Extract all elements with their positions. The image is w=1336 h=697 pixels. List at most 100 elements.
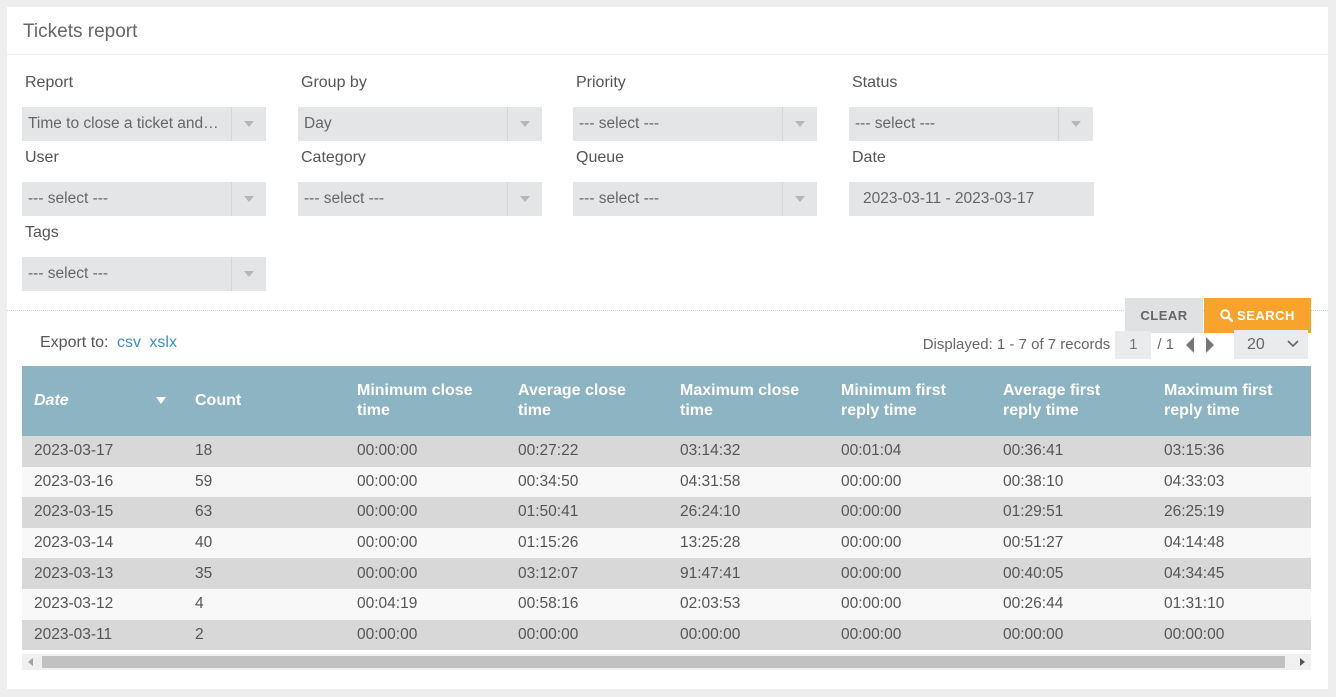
group-by-select-value: Day — [304, 115, 332, 132]
scroll-right-icon[interactable] — [1300, 658, 1305, 666]
cell-max-reply: 01:31:10 — [1152, 588, 1311, 620]
cell-min-reply: 00:00:00 — [829, 527, 991, 559]
cell-max-reply: 26:25:19 — [1152, 497, 1311, 528]
status-select[interactable]: --- select --- — [849, 107, 1093, 141]
table-row: 2023-03-14 40 00:00:00 01:15:26 13:25:28… — [22, 527, 1311, 559]
cell-date: 2023-03-15 — [22, 497, 183, 528]
category-select[interactable]: --- select --- — [298, 182, 542, 216]
cell-min-close: 00:00:00 — [345, 497, 506, 528]
priority-select[interactable]: --- select --- — [573, 107, 817, 141]
filters-form: Report Time to close a ticket and first … — [7, 55, 1328, 333]
cell-avg-close: 00:00:00 — [506, 619, 668, 651]
cell-min-reply: 00:00:00 — [829, 558, 991, 589]
horizontal-scrollbar[interactable] — [22, 654, 1311, 670]
cell-avg-close: 01:15:26 — [506, 527, 668, 559]
category-label: Category — [301, 149, 366, 166]
table-row: 2023-03-12 4 00:04:19 00:58:16 02:03:53 … — [22, 588, 1311, 620]
cell-count: 4 — [183, 588, 345, 620]
chevron-down-icon — [1287, 340, 1299, 348]
table-row: 2023-03-11 2 00:00:00 00:00:00 00:00:00 … — [22, 619, 1311, 651]
column-header-avg-close[interactable]: Average close time — [506, 366, 668, 436]
cell-max-close: 00:00:00 — [668, 619, 829, 651]
scrollbar-thumb[interactable] — [42, 656, 1285, 668]
cell-max-reply: 04:14:48 — [1152, 527, 1311, 559]
cell-max-close: 03:14:32 — [668, 436, 829, 467]
report-label: Report — [25, 74, 74, 91]
page-total: / 1 — [1157, 336, 1174, 353]
cell-min-reply: 00:00:00 — [829, 466, 991, 498]
cell-date: 2023-03-12 — [22, 588, 183, 620]
cell-max-close: 26:24:10 — [668, 497, 829, 528]
cell-avg-close: 00:58:16 — [506, 588, 668, 620]
date-range-input[interactable]: 2023-03-11 - 2023-03-17 — [849, 182, 1094, 216]
queue-select[interactable]: --- select --- — [573, 182, 817, 216]
cell-max-reply: 04:33:03 — [1152, 466, 1311, 498]
table-toolbar: Export to: csv xslx Displayed: 1 - 7 of … — [7, 325, 1328, 365]
next-page-button[interactable] — [1200, 331, 1220, 359]
queue-select-value: --- select --- — [579, 190, 660, 207]
cell-max-close: 91:47:41 — [668, 558, 829, 589]
export-xlsx-link[interactable]: xslx — [149, 334, 177, 351]
status-label: Status — [852, 74, 898, 91]
user-label: User — [25, 149, 59, 166]
cell-date: 2023-03-16 — [22, 466, 183, 498]
cell-min-close: 00:00:00 — [345, 436, 506, 467]
user-select-value: --- select --- — [28, 190, 109, 207]
column-header-max-close[interactable]: Maximum close time — [668, 366, 829, 436]
column-header-min-reply[interactable]: Minimum first reply time — [829, 366, 991, 436]
cell-max-reply: 00:00:00 — [1152, 619, 1311, 651]
user-select[interactable]: --- select --- — [22, 182, 266, 216]
tags-field: Tags --- select --- — [22, 224, 266, 291]
date-field: Date 2023-03-11 - 2023-03-17 — [849, 149, 1095, 216]
chevron-down-icon — [782, 107, 817, 141]
cell-avg-close: 03:12:07 — [506, 558, 668, 589]
priority-select-value: --- select --- — [579, 115, 660, 132]
column-header-avg-reply[interactable]: Average first reply time — [991, 366, 1152, 436]
category-field: Category --- select --- — [298, 149, 542, 216]
scroll-left-icon[interactable] — [28, 658, 33, 666]
cell-min-reply: 00:00:00 — [829, 588, 991, 620]
column-header-date[interactable]: Date — [22, 366, 183, 436]
report-table: Date Count Minimum close time Average cl… — [22, 366, 1311, 651]
cell-min-close: 00:00:00 — [345, 558, 506, 589]
tickets-report-panel: Tickets report Report Time to close a ti… — [7, 7, 1328, 689]
search-button-label: SEARCH — [1237, 308, 1295, 323]
column-header-count[interactable]: Count — [183, 366, 345, 436]
cell-avg-close: 01:50:41 — [506, 497, 668, 528]
cell-avg-reply: 00:26:44 — [991, 588, 1152, 620]
cell-min-close: 00:04:19 — [345, 588, 506, 620]
cell-count: 40 — [183, 527, 345, 559]
cell-avg-reply: 00:40:05 — [991, 558, 1152, 589]
cell-min-close: 00:00:00 — [345, 466, 506, 498]
cell-max-close: 04:31:58 — [668, 466, 829, 498]
group-by-select[interactable]: Day — [298, 107, 542, 141]
export-csv-link[interactable]: csv — [117, 334, 141, 351]
table-row: 2023-03-13 35 00:00:00 03:12:07 91:47:41… — [22, 558, 1311, 589]
cell-max-close: 13:25:28 — [668, 527, 829, 559]
column-header-label: Date — [34, 392, 69, 409]
cell-max-reply: 04:34:45 — [1152, 558, 1311, 589]
tags-select[interactable]: --- select --- — [22, 257, 266, 291]
chevron-down-icon — [231, 182, 266, 216]
caret-left-icon — [1186, 336, 1194, 353]
sort-desc-icon — [156, 397, 166, 404]
prev-page-button[interactable] — [1180, 331, 1200, 359]
column-header-min-close[interactable]: Minimum close time — [345, 366, 506, 436]
per-page-select[interactable]: 20 — [1234, 330, 1308, 359]
report-select[interactable]: Time to close a ticket and first reply t… — [22, 107, 266, 141]
status-field: Status --- select --- — [849, 74, 1093, 141]
chevron-down-icon — [1058, 107, 1093, 141]
panel-header: Tickets report — [7, 7, 1328, 55]
priority-label: Priority — [576, 74, 626, 91]
page-number-input[interactable]: 1 — [1115, 330, 1152, 359]
status-select-value: --- select --- — [855, 115, 936, 132]
cell-avg-reply: 00:38:10 — [991, 466, 1152, 498]
cell-avg-reply: 00:51:27 — [991, 527, 1152, 559]
table-header-row: Date Count Minimum close time Average cl… — [22, 366, 1311, 436]
table-row: 2023-03-16 59 00:00:00 00:34:50 04:31:58… — [22, 466, 1311, 498]
cell-count: 63 — [183, 497, 345, 528]
per-page-value: 20 — [1247, 336, 1265, 353]
cell-count: 18 — [183, 436, 345, 467]
column-header-max-reply[interactable]: Maximum first reply time — [1152, 366, 1311, 436]
cell-min-close: 00:00:00 — [345, 527, 506, 559]
